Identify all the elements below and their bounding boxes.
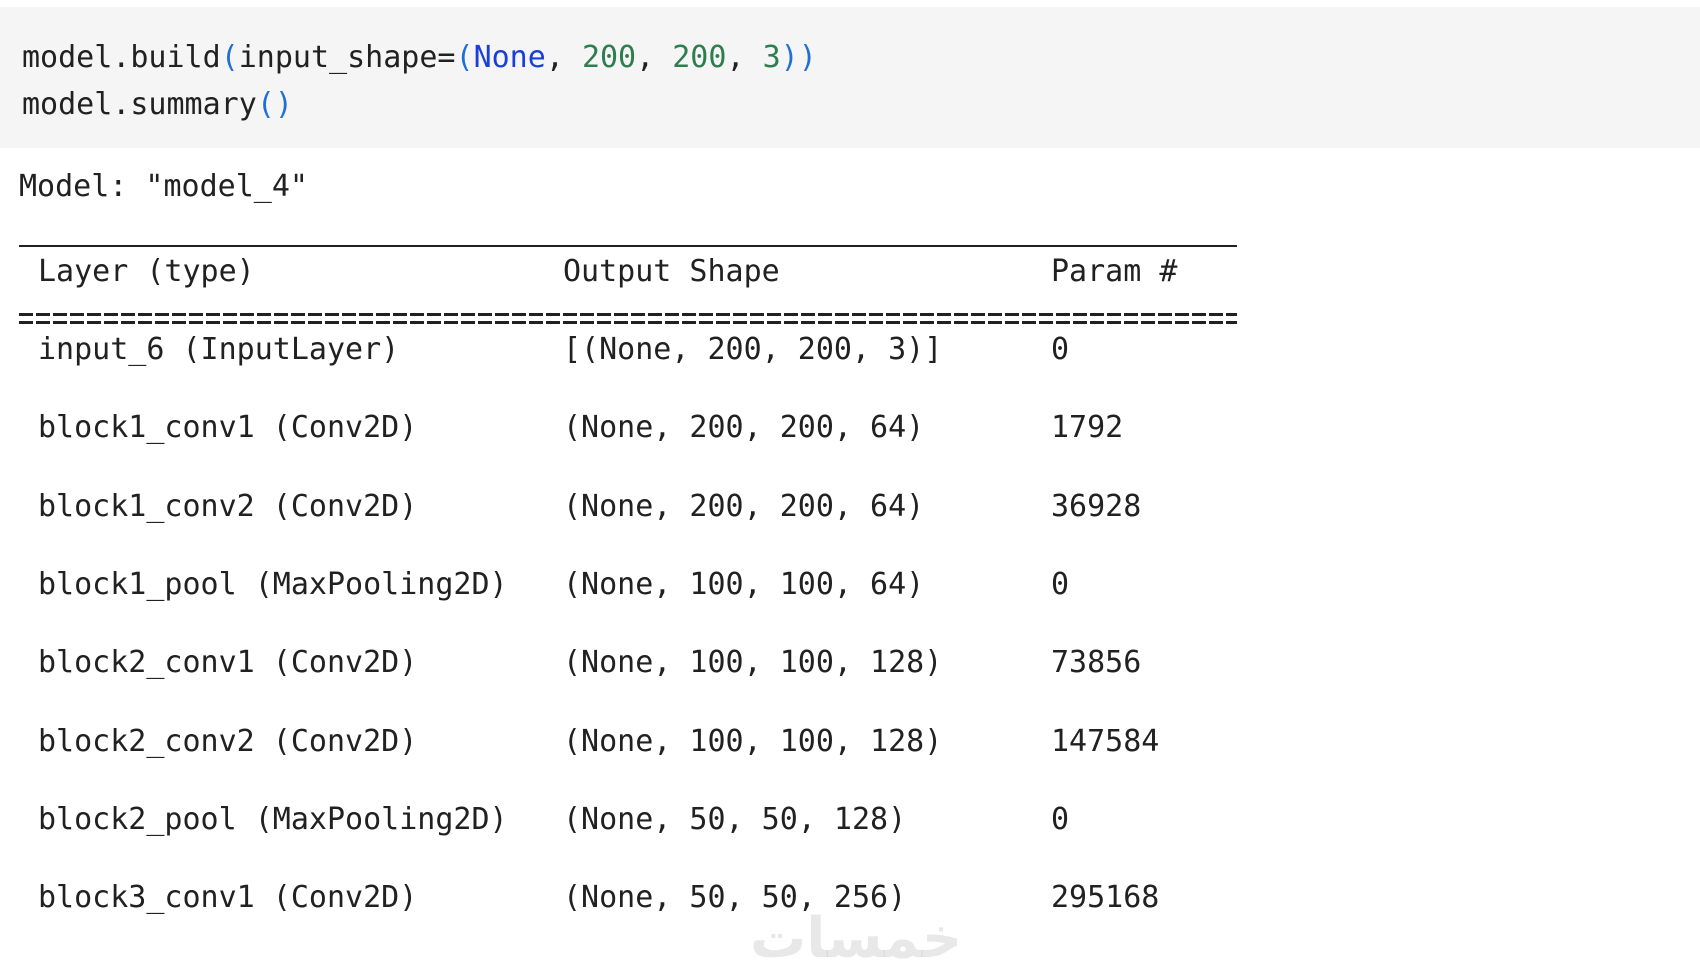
table-row-param: 36928: [1051, 489, 1142, 524]
table-row-param: 295168: [1051, 880, 1160, 915]
code-token: ,: [726, 40, 763, 75]
code-keyword: None: [473, 40, 546, 75]
code-cell[interactable]: model.build(input_shape=(None, 200, 200,…: [0, 7, 1700, 148]
table-row-shape: (None, 100, 100, 64): [563, 567, 925, 602]
code-token: input_shape=: [238, 40, 456, 75]
table-row-param: 0: [1051, 567, 1070, 602]
table-row-param: 147584: [1051, 724, 1160, 759]
table-row-layer: block2_conv1 (Conv2D): [38, 645, 418, 680]
code-number: 200: [672, 40, 727, 75]
code-paren: ): [780, 40, 799, 75]
code-line-summary[interactable]: model.summary(): [22, 85, 293, 125]
summary-top-rule: [19, 245, 1237, 247]
header-layer-type: Layer (type): [38, 254, 255, 289]
table-row-layer: block2_conv2 (Conv2D): [38, 724, 418, 759]
table-row-param: 73856: [1051, 645, 1142, 680]
code-token: ,: [545, 40, 582, 75]
table-row-layer: block1_conv1 (Conv2D): [38, 410, 418, 445]
code-paren: ): [274, 87, 293, 122]
table-row-shape: [(None, 200, 200, 3)]: [563, 332, 943, 367]
code-paren: (: [455, 40, 474, 75]
header-output-shape: Output Shape: [563, 254, 780, 289]
code-paren: (: [220, 40, 239, 75]
header-param-count: Param #: [1051, 254, 1178, 289]
table-row-shape: (None, 100, 100, 128): [563, 724, 943, 759]
table-row-layer: input_6 (InputLayer): [38, 332, 400, 367]
code-number: 200: [581, 40, 637, 75]
table-row-shape: (None, 200, 200, 64): [563, 410, 925, 445]
table-row-layer: block1_conv2 (Conv2D): [38, 489, 418, 524]
table-row-shape: (None, 50, 50, 256): [563, 880, 907, 915]
table-row-param: 0: [1051, 802, 1070, 837]
model-title: Model: "model_4": [19, 169, 308, 204]
code-line-build[interactable]: model.build(input_shape=(None, 200, 200,…: [22, 38, 817, 78]
code-token: ,: [636, 40, 673, 75]
table-row-layer: block3_conv1 (Conv2D): [38, 880, 418, 915]
table-row-shape: (None, 100, 100, 128): [563, 645, 943, 680]
code-token: model.build: [22, 40, 221, 75]
table-row-shape: (None, 50, 50, 128): [563, 802, 907, 837]
code-number: 3: [762, 40, 781, 75]
window-top-strip: [0, 0, 1700, 7]
code-token: model.summary: [22, 87, 257, 122]
table-row-param: 0: [1051, 332, 1070, 367]
table-row-param: 1792: [1051, 410, 1124, 445]
code-paren: (: [256, 87, 275, 122]
cell-output: Model: "model_4" Layer (type) Output Sha…: [0, 148, 1700, 970]
table-row-shape: (None, 200, 200, 64): [563, 489, 925, 524]
table-row-layer: block2_pool (MaxPooling2D): [38, 802, 508, 837]
summary-double-rule: [19, 313, 1237, 327]
code-paren: ): [798, 40, 817, 75]
table-row-layer: block1_pool (MaxPooling2D): [38, 567, 508, 602]
